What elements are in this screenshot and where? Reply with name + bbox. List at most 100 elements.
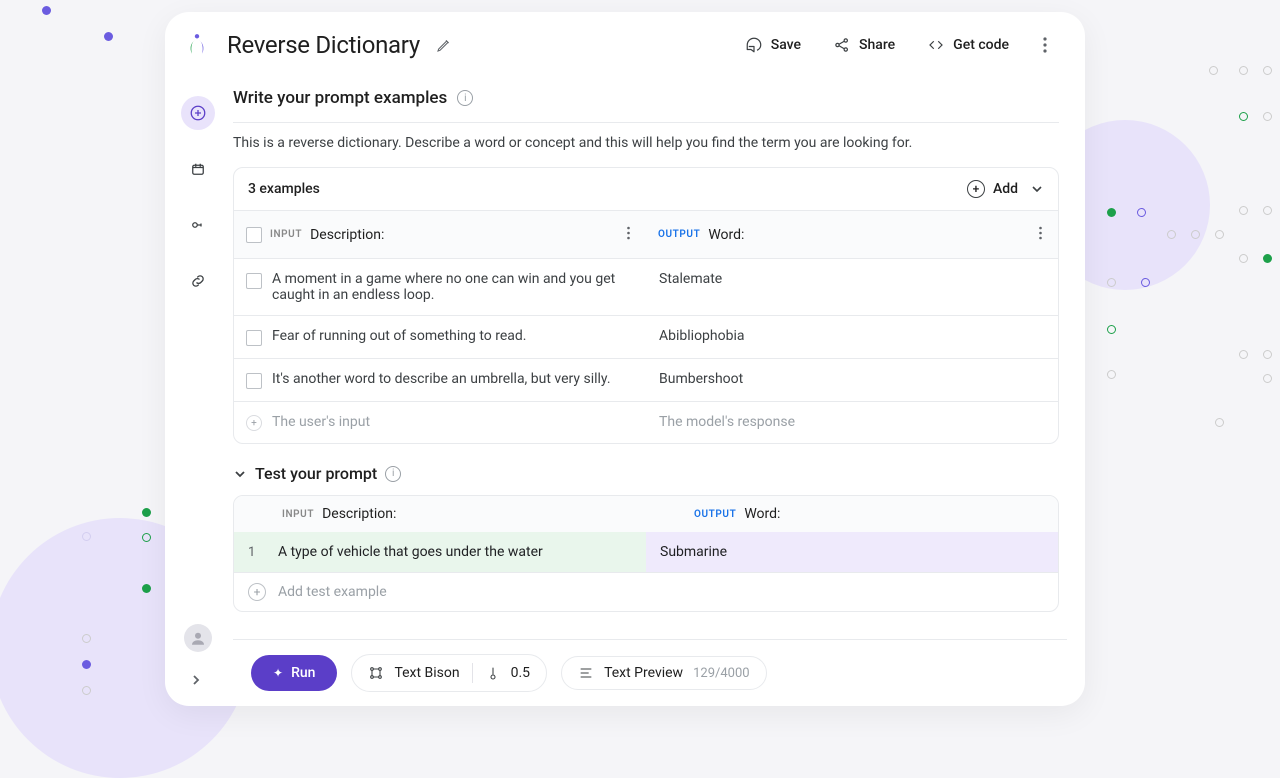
run-label: Run <box>291 665 315 681</box>
more-menu-button[interactable] <box>1033 31 1057 59</box>
get-code-label: Get code <box>953 37 1009 53</box>
add-example-button[interactable]: + Add <box>967 180 1042 198</box>
test-input-text: A type of vehicle that goes under the wa… <box>278 544 543 560</box>
plus-icon: + <box>248 583 266 601</box>
placeholder-output: The model's response <box>659 414 795 430</box>
get-code-button[interactable]: Get code <box>919 30 1017 60</box>
token-count: 129/4000 <box>693 666 750 681</box>
test-input-cell[interactable]: 1 A type of vehicle that goes under the … <box>234 532 646 572</box>
add-label: Add <box>993 181 1018 197</box>
preview-label: Text Preview <box>604 665 683 681</box>
caret-down-icon <box>1032 186 1042 192</box>
test-output-cell[interactable]: Submarine <box>646 532 1058 572</box>
share-label: Share <box>859 37 895 53</box>
example-output-text: Stalemate <box>659 271 722 287</box>
save-button[interactable]: Save <box>737 30 809 60</box>
test-input-col-header: INPUT Description: <box>234 496 646 532</box>
examples-card: 3 examples + Add INPUT Description: OUTP… <box>233 167 1059 444</box>
model-name: Text Bison <box>394 665 459 681</box>
sidebar <box>180 96 216 298</box>
input-tag: INPUT <box>270 229 302 240</box>
add-test-example-button[interactable]: + Add test example <box>234 572 1058 611</box>
new-input-cell[interactable]: + The user's input <box>234 402 645 443</box>
input-col-menu[interactable] <box>623 221 634 248</box>
output-column-header: OUTPUT Word: <box>646 211 1058 258</box>
prompt-heading-text: Write your prompt examples <box>233 88 447 108</box>
run-button[interactable]: ✦ Run <box>251 655 337 691</box>
examples-count: 3 examples <box>248 181 320 197</box>
sidebar-new-button[interactable] <box>181 96 215 130</box>
text-preview-button[interactable]: Text Preview 129/4000 <box>561 656 767 690</box>
sidebar-history-button[interactable] <box>181 152 215 186</box>
plus-icon: + <box>967 180 985 198</box>
plus-icon: + <box>246 415 262 431</box>
test-columns: INPUT Description: OUTPUT Word: <box>234 496 1058 532</box>
new-example-row[interactable]: + The user's input The model's response <box>234 401 1058 443</box>
user-avatar[interactable] <box>184 624 212 652</box>
save-label: Save <box>771 37 801 53</box>
input-tag: INPUT <box>282 509 314 520</box>
page-title: Reverse Dictionary <box>227 31 420 59</box>
example-input-text: Fear of running out of something to read… <box>272 328 526 344</box>
edit-title-button[interactable] <box>436 37 452 53</box>
app-logo <box>183 31 211 59</box>
example-row: Fear of running out of something to read… <box>234 315 1058 358</box>
example-input-cell[interactable]: A moment in a game where no one can win … <box>234 259 645 315</box>
example-output-text: Abibliophobia <box>659 328 745 344</box>
row-checkbox[interactable] <box>246 273 262 289</box>
thermometer-icon <box>485 665 501 681</box>
info-icon[interactable]: i <box>385 466 401 482</box>
input-column-header: INPUT Description: <box>234 211 646 258</box>
prompt-description[interactable]: This is a reverse dictionary. Describe a… <box>233 135 1059 151</box>
model-selector[interactable]: Text Bison 0.5 <box>351 654 547 692</box>
header: Reverse Dictionary Save Share Get code <box>165 12 1085 74</box>
sidebar-expand-button[interactable] <box>190 671 202 690</box>
example-row: It's another word to describe an umbrell… <box>234 358 1058 401</box>
prompt-examples-heading: Write your prompt examples i <box>233 74 1059 118</box>
example-output-cell[interactable]: Abibliophobia <box>645 316 1058 358</box>
test-output-col-header: OUTPUT Word: <box>646 496 1058 532</box>
footer-toolbar: ✦ Run Text Bison 0.5 Text Preview 129/40… <box>233 639 1067 706</box>
example-output-cell[interactable]: Bumbershoot <box>645 359 1058 401</box>
test-input-col-label: Description: <box>322 506 396 522</box>
main-content: Write your prompt examples i This is a r… <box>233 74 1085 639</box>
output-col-label: Word: <box>708 227 744 243</box>
text-icon <box>578 665 594 681</box>
examples-columns: INPUT Description: OUTPUT Word: <box>234 210 1058 258</box>
model-icon <box>368 665 384 681</box>
test-row: 1 A type of vehicle that goes under the … <box>234 532 1058 572</box>
output-tag: OUTPUT <box>694 509 736 520</box>
row-checkbox[interactable] <box>246 330 262 346</box>
add-test-label: Add test example <box>278 584 387 600</box>
sidebar-api-button[interactable] <box>181 208 215 242</box>
divider <box>233 122 1059 123</box>
placeholder-input: The user's input <box>272 414 370 430</box>
example-row: A moment in a game where no one can win … <box>234 258 1058 315</box>
test-output-text: Submarine <box>660 544 727 560</box>
share-button[interactable]: Share <box>825 30 903 60</box>
output-tag: OUTPUT <box>658 229 700 240</box>
app-window: Reverse Dictionary Save Share Get code W… <box>165 12 1085 706</box>
test-section-toggle[interactable]: Test your prompt i <box>233 464 1059 483</box>
test-card: INPUT Description: OUTPUT Word: 1 A type… <box>233 495 1059 612</box>
output-col-menu[interactable] <box>1035 221 1046 248</box>
new-output-cell[interactable]: The model's response <box>645 402 1058 443</box>
info-icon[interactable]: i <box>457 90 473 106</box>
sidebar-link-button[interactable] <box>181 264 215 298</box>
example-input-cell[interactable]: Fear of running out of something to read… <box>234 316 645 358</box>
temperature-value: 0.5 <box>511 665 530 681</box>
example-output-cell[interactable]: Stalemate <box>645 259 1058 315</box>
example-output-text: Bumbershoot <box>659 371 743 387</box>
test-output-col-label: Word: <box>744 506 780 522</box>
chevron-down-icon <box>233 467 247 481</box>
sparkle-icon: ✦ <box>273 666 283 680</box>
select-all-checkbox[interactable] <box>246 227 262 243</box>
separator <box>472 663 473 683</box>
example-input-cell[interactable]: It's another word to describe an umbrell… <box>234 359 645 401</box>
example-input-text: A moment in a game where no one can win … <box>272 271 633 303</box>
row-checkbox[interactable] <box>246 373 262 389</box>
example-input-text: It's another word to describe an umbrell… <box>272 371 611 387</box>
input-col-label: Description: <box>310 227 384 243</box>
test-heading-text: Test your prompt <box>255 464 377 483</box>
examples-card-header: 3 examples + Add <box>234 168 1058 210</box>
